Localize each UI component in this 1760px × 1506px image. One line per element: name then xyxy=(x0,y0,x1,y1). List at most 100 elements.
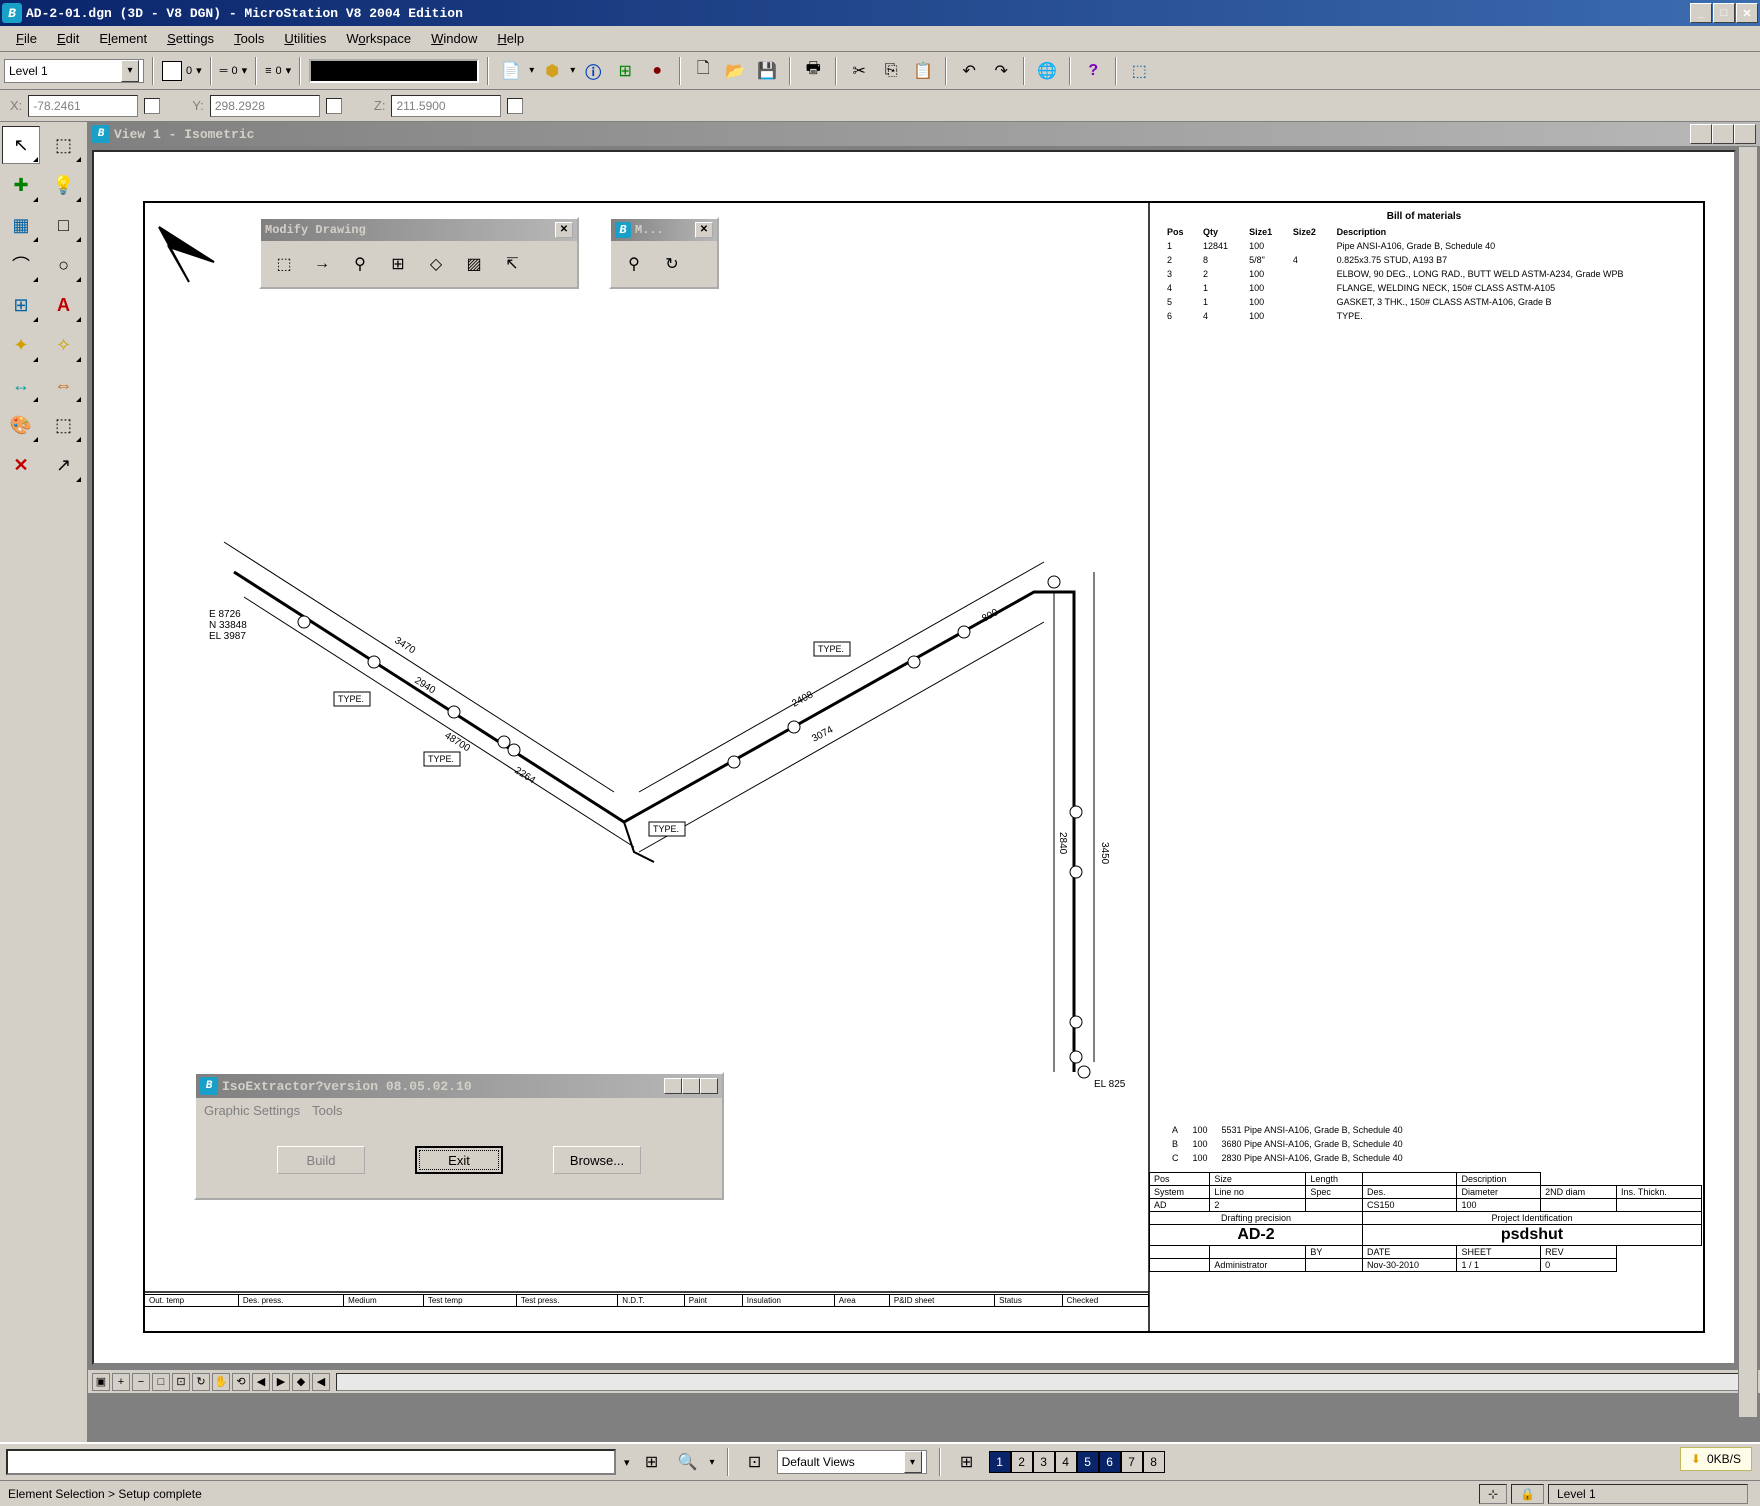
help-icon[interactable]: ? xyxy=(1079,57,1107,85)
view-tab-5[interactable]: 5 xyxy=(1077,1451,1099,1473)
dropdown-icon[interactable]: ▾ xyxy=(570,65,575,76)
view-tab-1[interactable]: 1 xyxy=(989,1451,1011,1473)
modify-tool-6[interactable]: ▨ xyxy=(457,247,491,281)
small-palette[interactable]: B M... ✕ ⚲ ↻ xyxy=(609,217,719,289)
view-zoom-in-icon[interactable]: + xyxy=(112,1373,130,1391)
new-file-icon[interactable]: 📄 xyxy=(497,57,525,85)
menu-settings[interactable]: Settings xyxy=(157,29,224,48)
keyin-icon[interactable]: ● xyxy=(643,57,671,85)
view-rotate-icon[interactable]: ↻ xyxy=(192,1373,210,1391)
dialog-maximize-button[interactable]: □ xyxy=(682,1078,700,1094)
view-copy-icon[interactable]: ▶ xyxy=(272,1373,290,1391)
z-lock-checkbox[interactable] xyxy=(507,98,523,114)
points-tool[interactable]: ✚ xyxy=(2,166,40,204)
groups-tool[interactable]: ✧ xyxy=(45,326,83,364)
vertical-scrollbar[interactable] xyxy=(1738,146,1758,1418)
view-window-area-icon[interactable]: □ xyxy=(152,1373,170,1391)
drawing-canvas[interactable]: E 8726 N 33848 EL 3987 EL 825 3470 2940 … xyxy=(92,150,1736,1365)
manipulate-tool[interactable]: ⬚ xyxy=(45,406,83,444)
dialog-close-button[interactable]: ✕ xyxy=(700,1078,718,1094)
z-coord-input[interactable] xyxy=(391,95,501,117)
view-restore-button[interactable]: ❐ xyxy=(1712,124,1734,144)
text-tool[interactable]: A xyxy=(45,286,83,324)
palette-close-icon[interactable]: ✕ xyxy=(695,222,713,238)
dropdown-icon[interactable]: ▾ xyxy=(242,64,248,77)
view-tab-2[interactable]: 2 xyxy=(1011,1451,1033,1473)
print-icon[interactable]: 🖶 xyxy=(799,57,827,85)
view-tab-6[interactable]: 6 xyxy=(1099,1451,1121,1473)
copy-icon[interactable]: ⎘ xyxy=(877,57,905,85)
menu-edit[interactable]: Edit xyxy=(47,29,89,48)
dialog-menu-tools[interactable]: Tools xyxy=(312,1103,342,1118)
view-tab-7[interactable]: 7 xyxy=(1121,1451,1143,1473)
status-snap-icon[interactable]: ⊹ xyxy=(1479,1484,1507,1504)
view-zoom-out-icon[interactable]: − xyxy=(132,1373,150,1391)
small-tool-1[interactable]: ⚲ xyxy=(617,247,651,281)
bentley-icon[interactable]: ⬚ xyxy=(1125,57,1153,85)
y-coord-input[interactable] xyxy=(210,95,320,117)
view-close-button[interactable]: ✕ xyxy=(1734,124,1756,144)
undo-icon[interactable]: ↶ xyxy=(955,57,983,85)
x-coord-input[interactable] xyxy=(28,95,138,117)
view-pan-icon[interactable]: ✋ xyxy=(212,1373,230,1391)
menu-help[interactable]: Help xyxy=(487,29,534,48)
measure-tool[interactable]: ↔ xyxy=(2,366,40,404)
view-tool[interactable]: 💡 xyxy=(45,166,83,204)
element-class-display[interactable] xyxy=(309,59,479,83)
modify-tool-3[interactable]: ⚲ xyxy=(343,247,377,281)
redo-icon[interactable]: ↷ xyxy=(987,57,1015,85)
new-icon[interactable]: 🗋 xyxy=(689,57,717,85)
small-tool-2[interactable]: ↻ xyxy=(655,247,689,281)
web-icon[interactable]: 🌐 xyxy=(1033,57,1061,85)
modify-tool[interactable]: ↗ xyxy=(45,446,83,484)
view-next-icon[interactable]: ◀ xyxy=(252,1373,270,1391)
accudraw-icon[interactable]: ⊞ xyxy=(611,57,639,85)
locks-icon[interactable]: 🔍 xyxy=(674,1448,702,1476)
modify-tool-2[interactable]: → xyxy=(305,247,339,281)
menu-workspace[interactable]: Workspace xyxy=(336,29,421,48)
menu-window[interactable]: Window xyxy=(421,29,487,48)
modify-tool-4[interactable]: ⊞ xyxy=(381,247,415,281)
modify-tool-1[interactable]: ⬚ xyxy=(267,247,301,281)
color-swatch[interactable] xyxy=(162,61,182,81)
modify-tool-5[interactable]: ◇ xyxy=(419,247,453,281)
cells-tool[interactable]: ✦ xyxy=(2,326,40,364)
paste-icon[interactable]: 📋 xyxy=(909,57,937,85)
modify-drawing-palette[interactable]: Modify Drawing ✕ ⬚ → ⚲ ⊞ ◇ ▨ ↸ xyxy=(259,217,579,289)
maximize-button[interactable]: □ xyxy=(1713,3,1735,23)
snap-mode-icon[interactable]: ⊞ xyxy=(638,1448,666,1476)
view-tab-8[interactable]: 8 xyxy=(1143,1451,1165,1473)
pattern-tool[interactable]: ▦ xyxy=(2,206,40,244)
modify-tool-7[interactable]: ↸ xyxy=(495,247,529,281)
info-icon[interactable]: ⓘ xyxy=(579,57,607,85)
delete-tool[interactable]: ✕ xyxy=(2,446,40,484)
dropdown-icon[interactable]: ▾ xyxy=(286,64,292,77)
cut-icon[interactable]: ✂ xyxy=(845,57,873,85)
models-icon[interactable]: ⬢ xyxy=(538,57,566,85)
polygon-tool[interactable]: □ xyxy=(45,206,83,244)
view-prev-icon[interactable]: ⟲ xyxy=(232,1373,250,1391)
tag-tool[interactable]: ⊞ xyxy=(2,286,40,324)
element-selection-tool[interactable]: ↖ xyxy=(2,126,40,164)
fence-tool[interactable]: ⬚ xyxy=(45,126,83,164)
view-tab-4[interactable]: 4 xyxy=(1055,1451,1077,1473)
view-render-icon[interactable]: ◀ xyxy=(312,1373,330,1391)
dropdown-icon[interactable]: ▾ xyxy=(529,65,534,76)
change-attr-tool[interactable]: 🎨 xyxy=(2,406,40,444)
dropdown-icon[interactable]: ▾ xyxy=(196,64,202,77)
view-group-selector[interactable]: Default Views xyxy=(777,1450,927,1474)
ellipse-tool[interactable]: ○ xyxy=(45,246,83,284)
dropdown-icon[interactable]: ▾ xyxy=(710,1457,715,1468)
arc-tool[interactable]: ⌒ xyxy=(2,246,40,284)
build-button[interactable]: Build xyxy=(277,1146,365,1174)
horizontal-scrollbar[interactable] xyxy=(336,1373,1756,1391)
view-minimize-button[interactable]: _ xyxy=(1690,124,1712,144)
menu-utilities[interactable]: Utilities xyxy=(274,29,336,48)
keyin-input[interactable] xyxy=(6,1449,616,1475)
save-icon[interactable]: 💾 xyxy=(753,57,781,85)
view-update-icon[interactable]: ▣ xyxy=(92,1373,110,1391)
window-tile-icon[interactable]: ⊞ xyxy=(953,1448,981,1476)
status-level[interactable]: Level 1 xyxy=(1548,1484,1748,1504)
x-lock-checkbox[interactable] xyxy=(144,98,160,114)
view-camera-icon[interactable]: ◆ xyxy=(292,1373,310,1391)
